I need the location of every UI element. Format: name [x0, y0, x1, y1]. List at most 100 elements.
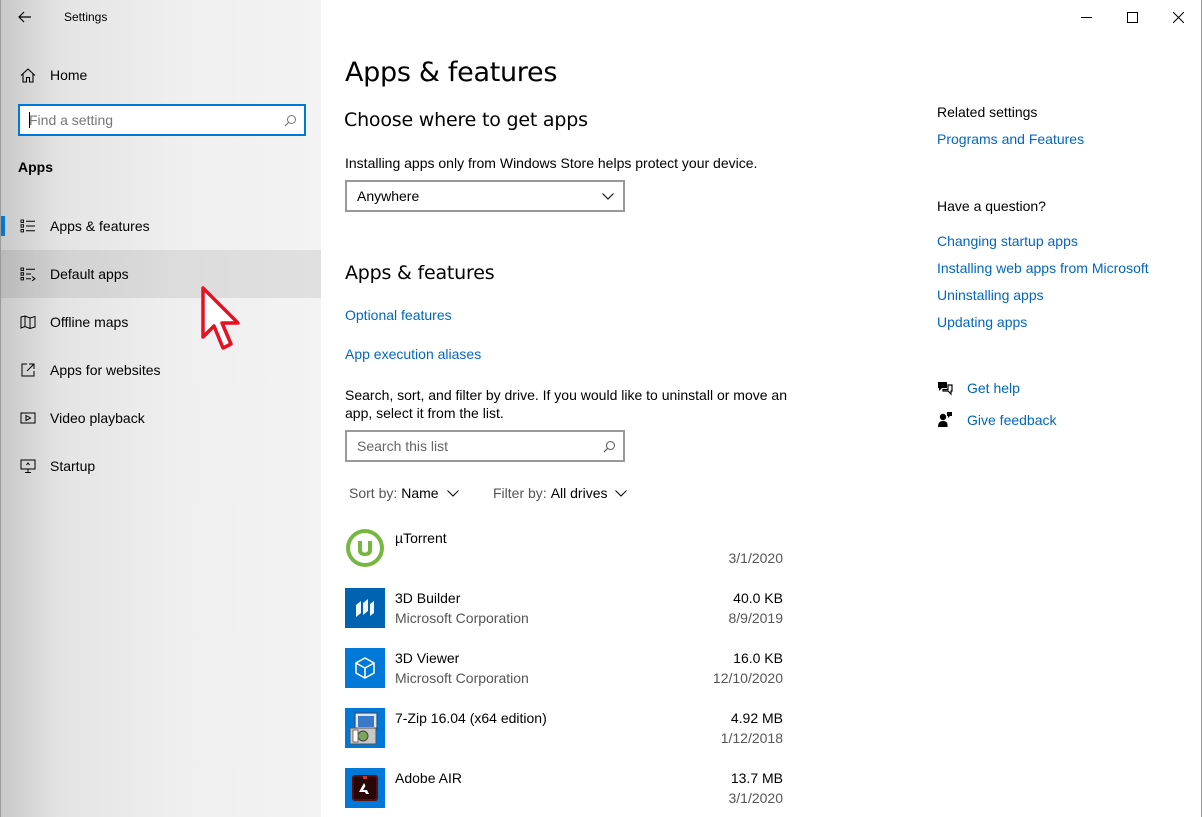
filter-value: All drives [550, 485, 608, 501]
video-icon [19, 411, 37, 425]
utorrent-icon [345, 528, 385, 568]
search-icon[interactable] [595, 440, 623, 453]
list-icon [19, 219, 37, 233]
app-list: µTorrent 3/1/2020 3D Builder Microsoft C… [345, 522, 785, 817]
back-arrow-icon [18, 11, 31, 23]
home-label: Home [50, 67, 88, 83]
sidebar-item-default-apps[interactable]: Default apps [1, 250, 322, 298]
sort-label: Sort by: [349, 485, 398, 501]
app-size: 4.92 MB [730, 710, 783, 726]
main-content: Apps & features Choose where to get apps… [321, 0, 1202, 817]
sidebar-item-label: Apps & features [50, 218, 150, 234]
get-help-label: Get help [967, 380, 1020, 396]
app-date: 3/1/2020 [728, 550, 784, 566]
app-name: µTorrent [395, 530, 447, 546]
app-date: 12/10/2020 [712, 670, 783, 686]
app-date: 8/9/2019 [728, 610, 784, 626]
chevron-down-icon [602, 192, 614, 200]
feedback-icon [935, 411, 955, 428]
optional-features-link[interactable]: Optional features [345, 307, 452, 323]
maximize-button[interactable] [1109, 0, 1155, 34]
apps-features-heading: Apps & features [345, 262, 495, 284]
app-execution-aliases-link[interactable]: App execution aliases [345, 346, 481, 362]
3d-builder-icon [345, 588, 385, 628]
setting-search-input[interactable] [20, 106, 276, 134]
setting-search-box[interactable] [18, 104, 306, 136]
minimize-button[interactable] [1063, 0, 1109, 34]
sort-dropdown[interactable]: Sort by: Name [349, 485, 459, 501]
sidebar: Settings Home Apps Apps & features Defau… [0, 0, 322, 817]
search-icon[interactable] [276, 114, 304, 127]
close-icon [1172, 11, 1184, 23]
related-settings-heading: Related settings [937, 104, 1038, 120]
app-publisher: Microsoft Corporation [395, 610, 529, 626]
back-button[interactable] [11, 4, 39, 30]
sort-value: Name [401, 485, 439, 501]
sidebar-item-label: Default apps [50, 266, 129, 282]
give-feedback-link[interactable]: Give feedback [935, 411, 1057, 428]
window-title: Settings [64, 10, 108, 24]
sidebar-item-label: Offline maps [50, 314, 129, 330]
open-external-icon [19, 363, 37, 377]
app-publisher: Microsoft Corporation [395, 670, 529, 686]
7zip-icon [345, 708, 385, 748]
list-item[interactable]: 3D Builder Microsoft Corporation 40.0 KB… [345, 582, 785, 642]
programs-and-features-link[interactable]: Programs and Features [937, 131, 1084, 147]
section-label: Apps [18, 159, 53, 175]
app-name: 7-Zip 16.04 (x64 edition) [395, 710, 547, 726]
app-name: Adobe AIR [395, 770, 462, 786]
app-name: 3D Viewer [395, 650, 460, 666]
app-date: 1/12/2018 [720, 730, 783, 746]
sidebar-nav: Apps & features Default apps Offline map… [1, 202, 322, 490]
app-list-search-box[interactable] [345, 430, 625, 462]
sidebar-item-label: Apps for websites [50, 362, 161, 378]
list-item[interactable]: 7-Zip 16.04 (x64 edition) 4.92 MB 1/12/2… [345, 702, 785, 762]
app-size: 40.0 KB [733, 590, 783, 606]
updating-apps-link[interactable]: Updating apps [937, 314, 1027, 330]
search-description-line1: Search, sort, and filter by drive. If yo… [345, 387, 787, 403]
chevron-down-icon [446, 489, 459, 497]
search-description-line2: app, select it from the list. [345, 405, 504, 421]
sidebar-item-label: Startup [50, 458, 96, 474]
adobe-air-icon [345, 768, 385, 808]
window-controls [1063, 0, 1201, 34]
close-button[interactable] [1155, 0, 1201, 34]
app-name: 3D Builder [395, 590, 461, 606]
list-item[interactable]: µTorrent 3/1/2020 [345, 522, 785, 582]
sidebar-item-home[interactable]: Home [1, 58, 322, 92]
installing-web-apps-link[interactable]: Installing web apps from Microsoft [937, 260, 1149, 276]
get-help-link[interactable]: Get help [935, 380, 1020, 396]
home-icon [20, 67, 37, 83]
app-size: 13.7 MB [730, 770, 783, 786]
chevron-down-icon [615, 489, 628, 497]
app-list-search-input[interactable] [347, 432, 595, 460]
filter-dropdown[interactable]: Filter by: All drives [493, 485, 628, 501]
sidebar-item-startup[interactable]: Startup [1, 442, 322, 490]
sidebar-item-offline-maps[interactable]: Offline maps [1, 298, 322, 346]
minimize-icon [1080, 16, 1092, 18]
text-caret [29, 112, 30, 128]
sidebar-item-apps-features[interactable]: Apps & features [1, 202, 322, 250]
titlebar-left: Settings [1, 0, 322, 34]
app-size: 16.0 KB [733, 650, 783, 666]
sidebar-item-video-playback[interactable]: Video playback [1, 394, 322, 442]
chat-help-icon [935, 380, 955, 396]
choose-description: Installing apps only from Windows Store … [345, 155, 758, 171]
changing-startup-apps-link[interactable]: Changing startup apps [937, 233, 1078, 249]
app-source-dropdown[interactable]: Anywhere [345, 180, 625, 212]
app-date: 3/1/2020 [728, 790, 784, 806]
list-item[interactable]: Adobe AIR 13.7 MB 3/1/2020 [345, 762, 785, 817]
sidebar-item-apps-for-websites[interactable]: Apps for websites [1, 346, 322, 394]
list-item[interactable]: 3D Viewer Microsoft Corporation 16.0 KB … [345, 642, 785, 702]
sidebar-item-label: Video playback [50, 410, 145, 426]
startup-icon [19, 459, 37, 474]
app-source-value: Anywhere [357, 188, 420, 204]
map-icon [19, 315, 37, 329]
give-feedback-label: Give feedback [967, 411, 1057, 428]
have-a-question-heading: Have a question? [937, 198, 1046, 214]
uninstalling-apps-link[interactable]: Uninstalling apps [937, 287, 1044, 303]
choose-heading: Choose where to get apps [344, 109, 588, 131]
page-title: Apps & features [345, 57, 558, 88]
3d-viewer-icon [345, 648, 385, 688]
filter-label: Filter by: [493, 485, 547, 501]
